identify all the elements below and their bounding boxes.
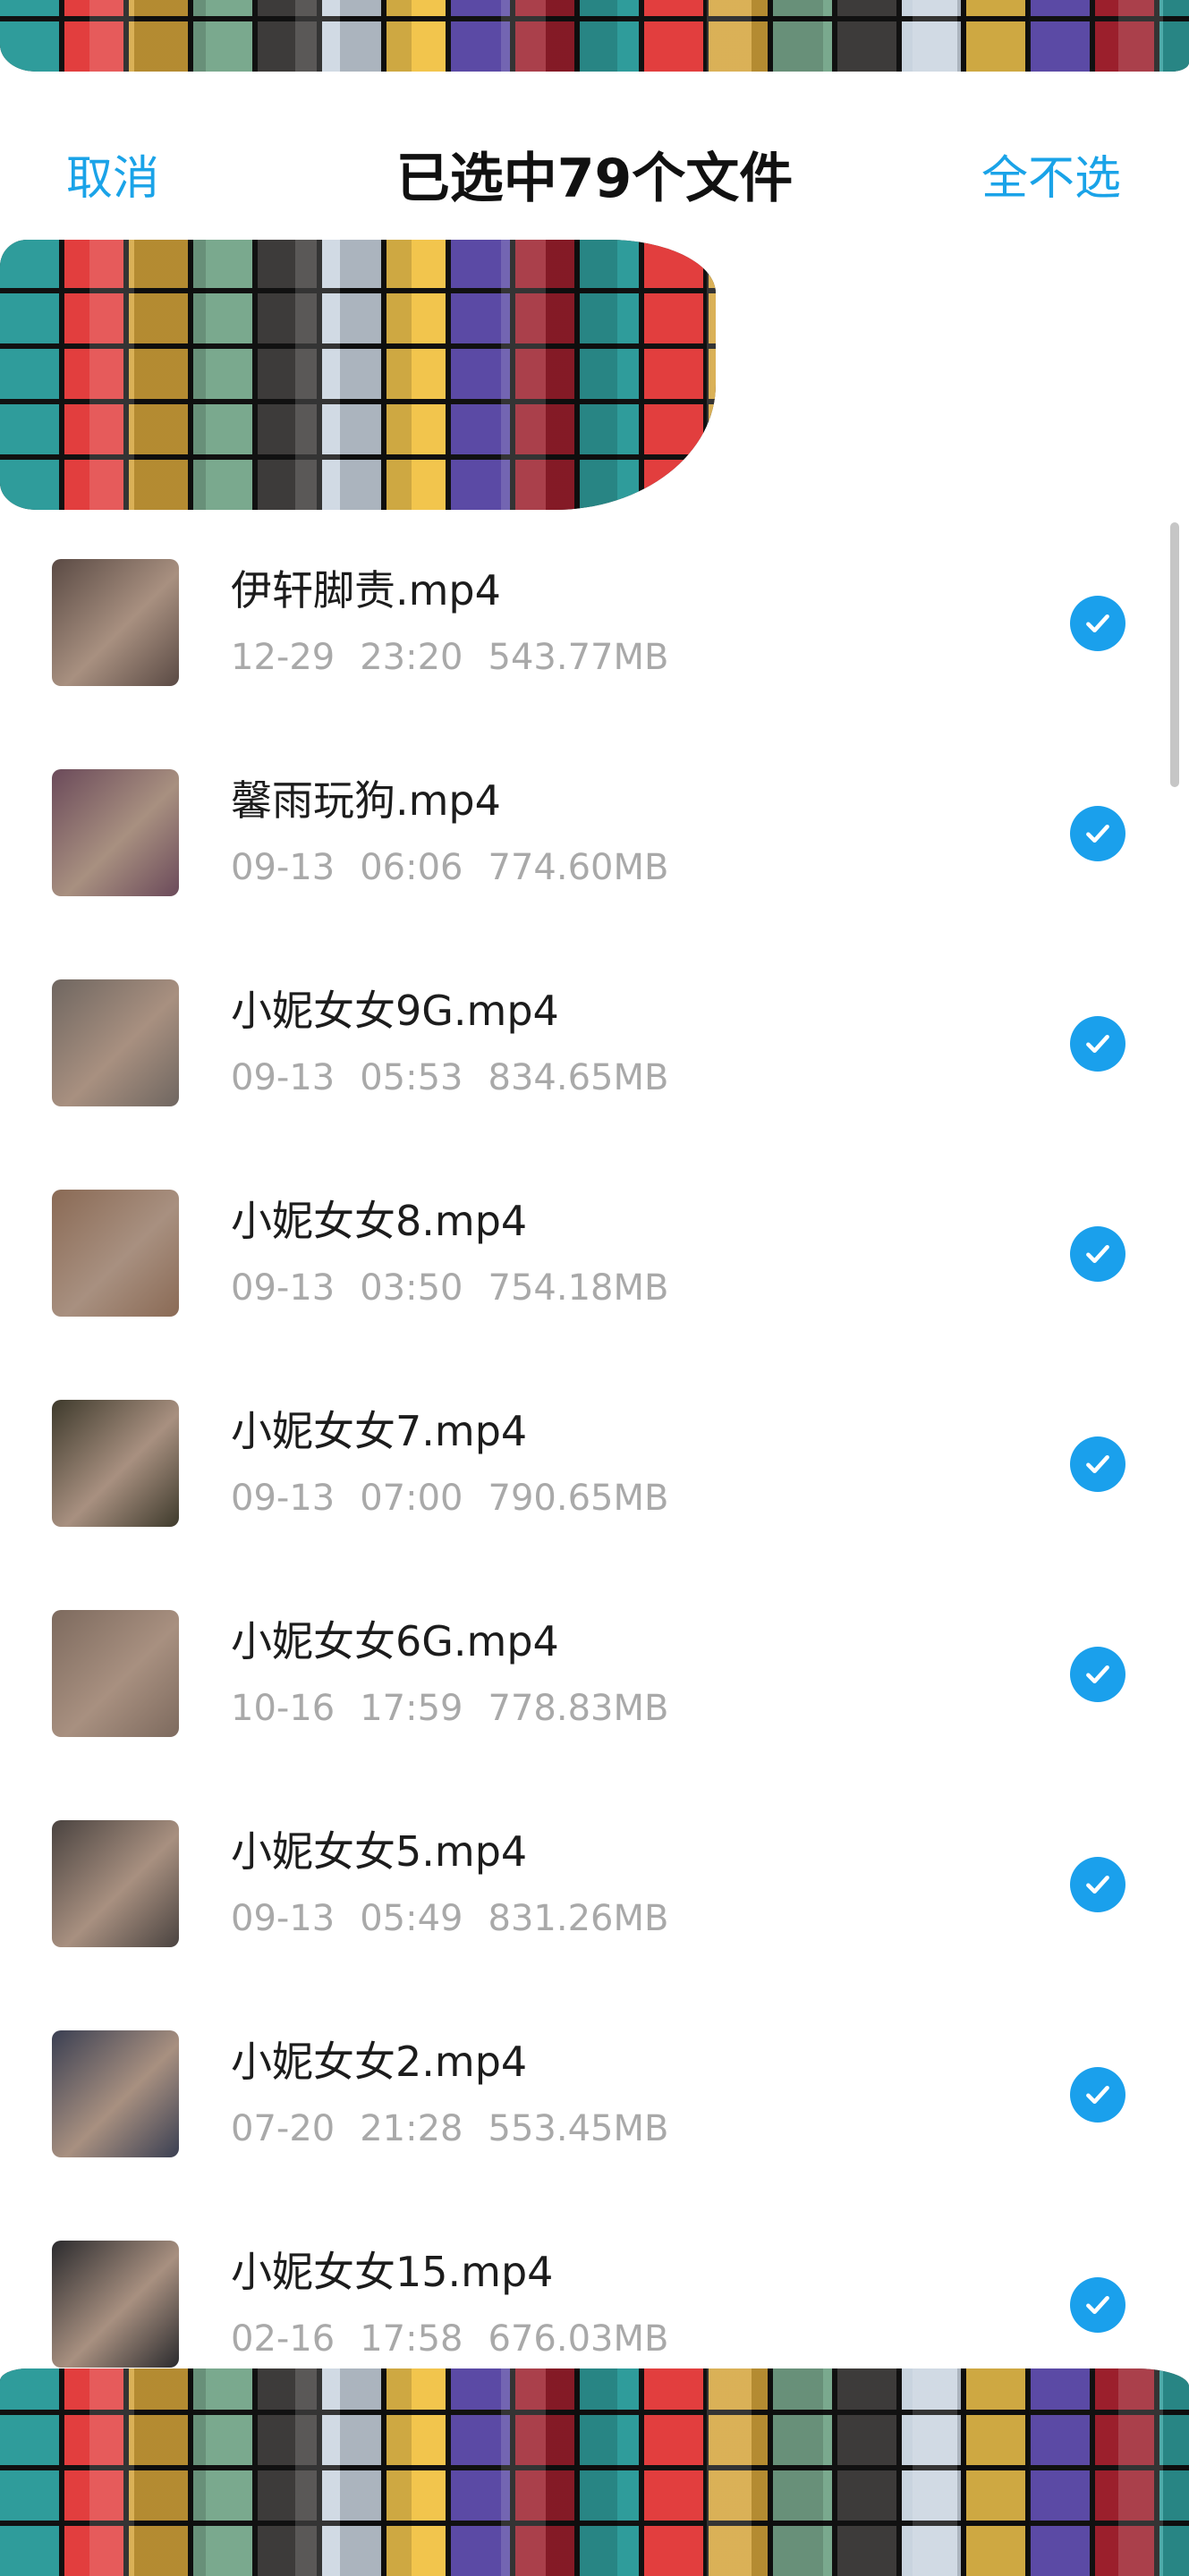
check-circle-icon[interactable] bbox=[1070, 2067, 1125, 2123]
redaction-mosaic-top bbox=[0, 0, 1189, 72]
video-thumbnail bbox=[52, 1400, 179, 1527]
file-size: 543.77MB bbox=[488, 637, 669, 678]
file-name: 小妮女女2.mp4 bbox=[231, 2038, 528, 2086]
file-time: 05:53 bbox=[360, 1057, 463, 1098]
video-thumbnail bbox=[52, 979, 179, 1106]
check-circle-icon[interactable] bbox=[1070, 1016, 1125, 1072]
file-row[interactable]: 小妮女女2.mp4 07-20 21:28 553.45MB bbox=[0, 2008, 1189, 2218]
check-circle-icon[interactable] bbox=[1070, 1436, 1125, 1492]
file-time: 21:28 bbox=[360, 2108, 463, 2149]
file-row[interactable]: 小妮女女6G.mp4 10-16 17:59 778.83MB bbox=[0, 1588, 1189, 1798]
file-row[interactable]: 小妮女女9G.mp4 09-13 05:53 834.65MB bbox=[0, 957, 1189, 1167]
file-meta: 09-13 07:00 790.65MB bbox=[231, 1476, 668, 1521]
file-meta: 09-13 05:53 834.65MB bbox=[231, 1055, 668, 1100]
file-name: 小妮女女9G.mp4 bbox=[231, 987, 559, 1035]
file-meta: 09-13 06:06 774.60MB bbox=[231, 845, 668, 890]
file-time: 23:20 bbox=[360, 637, 463, 678]
file-time: 06:06 bbox=[360, 847, 463, 888]
file-time: 03:50 bbox=[360, 1267, 463, 1309]
file-name: 伊轩脚责.mp4 bbox=[231, 566, 501, 614]
check-circle-icon[interactable] bbox=[1070, 1857, 1125, 1912]
file-time: 05:49 bbox=[360, 1898, 463, 1939]
file-date: 09-13 bbox=[231, 1898, 335, 1939]
file-row[interactable]: 小妮女女7.mp4 09-13 07:00 790.65MB bbox=[0, 1377, 1189, 1588]
deselect-all-button[interactable]: 全不选 bbox=[981, 143, 1121, 215]
file-size: 754.18MB bbox=[488, 1267, 669, 1309]
file-meta: 09-13 03:50 754.18MB bbox=[231, 1266, 668, 1310]
file-row[interactable]: 小妮女女5.mp4 09-13 05:49 831.26MB bbox=[0, 1798, 1189, 2008]
video-thumbnail bbox=[52, 1190, 179, 1317]
file-meta: 07-20 21:28 553.45MB bbox=[231, 2106, 668, 2151]
check-circle-icon[interactable] bbox=[1070, 596, 1125, 651]
file-date: 12-29 bbox=[231, 637, 335, 678]
video-thumbnail bbox=[52, 769, 179, 896]
file-row[interactable]: 馨雨玩狗.mp4 09-13 06:06 774.60MB bbox=[0, 747, 1189, 957]
file-size: 831.26MB bbox=[488, 1898, 669, 1939]
redaction-mosaic-middle bbox=[0, 240, 716, 510]
redaction-mosaic-bottom bbox=[0, 2368, 1189, 2576]
file-time: 17:59 bbox=[360, 1688, 463, 1729]
file-size: 676.03MB bbox=[488, 2318, 669, 2360]
file-size: 774.60MB bbox=[488, 847, 669, 888]
file-name: 小妮女女15.mp4 bbox=[231, 2248, 554, 2296]
file-meta: 10-16 17:59 778.83MB bbox=[231, 1686, 668, 1731]
video-thumbnail bbox=[52, 1610, 179, 1737]
file-list: 伊轩脚责.mp4 12-29 23:20 543.77MB 馨雨玩狗.mp4 09-13 0… bbox=[0, 537, 1189, 2428]
file-name: 小妮女女8.mp4 bbox=[231, 1197, 528, 1245]
check-circle-icon[interactable] bbox=[1070, 2277, 1125, 2333]
selection-header: 取消 已选中79个文件 全不选 bbox=[0, 116, 1189, 242]
file-row[interactable]: 小妮女女8.mp4 09-13 03:50 754.18MB bbox=[0, 1167, 1189, 1377]
file-time: 17:58 bbox=[360, 2318, 463, 2360]
file-date: 09-13 bbox=[231, 847, 335, 888]
file-date: 02-16 bbox=[231, 2318, 335, 2360]
file-date: 10-16 bbox=[231, 1688, 335, 1729]
scrollbar[interactable] bbox=[1170, 522, 1179, 787]
video-thumbnail bbox=[52, 2030, 179, 2157]
file-size: 834.65MB bbox=[488, 1057, 669, 1098]
file-size: 778.83MB bbox=[488, 1688, 669, 1729]
check-circle-icon[interactable] bbox=[1070, 1226, 1125, 1282]
check-circle-icon[interactable] bbox=[1070, 806, 1125, 861]
file-meta: 12-29 23:20 543.77MB bbox=[231, 635, 668, 680]
file-meta: 02-16 17:58 676.03MB bbox=[231, 2317, 668, 2361]
file-date: 09-13 bbox=[231, 1267, 335, 1309]
video-thumbnail bbox=[52, 1820, 179, 1947]
file-row[interactable]: 伊轩脚责.mp4 12-29 23:20 543.77MB bbox=[0, 537, 1189, 747]
check-circle-icon[interactable] bbox=[1070, 1647, 1125, 1702]
file-name: 小妮女女5.mp4 bbox=[231, 1827, 528, 1876]
file-time: 07:00 bbox=[360, 1478, 463, 1519]
file-size: 553.45MB bbox=[488, 2108, 669, 2149]
file-name: 小妮女女7.mp4 bbox=[231, 1407, 528, 1455]
file-meta: 09-13 05:49 831.26MB bbox=[231, 1896, 668, 1941]
file-name: 馨雨玩狗.mp4 bbox=[231, 776, 501, 825]
file-date: 09-13 bbox=[231, 1478, 335, 1519]
file-name: 小妮女女6G.mp4 bbox=[231, 1617, 559, 1665]
video-thumbnail bbox=[52, 559, 179, 686]
file-date: 09-13 bbox=[231, 1057, 335, 1098]
file-date: 07-20 bbox=[231, 2108, 335, 2149]
file-size: 790.65MB bbox=[488, 1478, 669, 1519]
video-thumbnail bbox=[52, 2241, 179, 2368]
